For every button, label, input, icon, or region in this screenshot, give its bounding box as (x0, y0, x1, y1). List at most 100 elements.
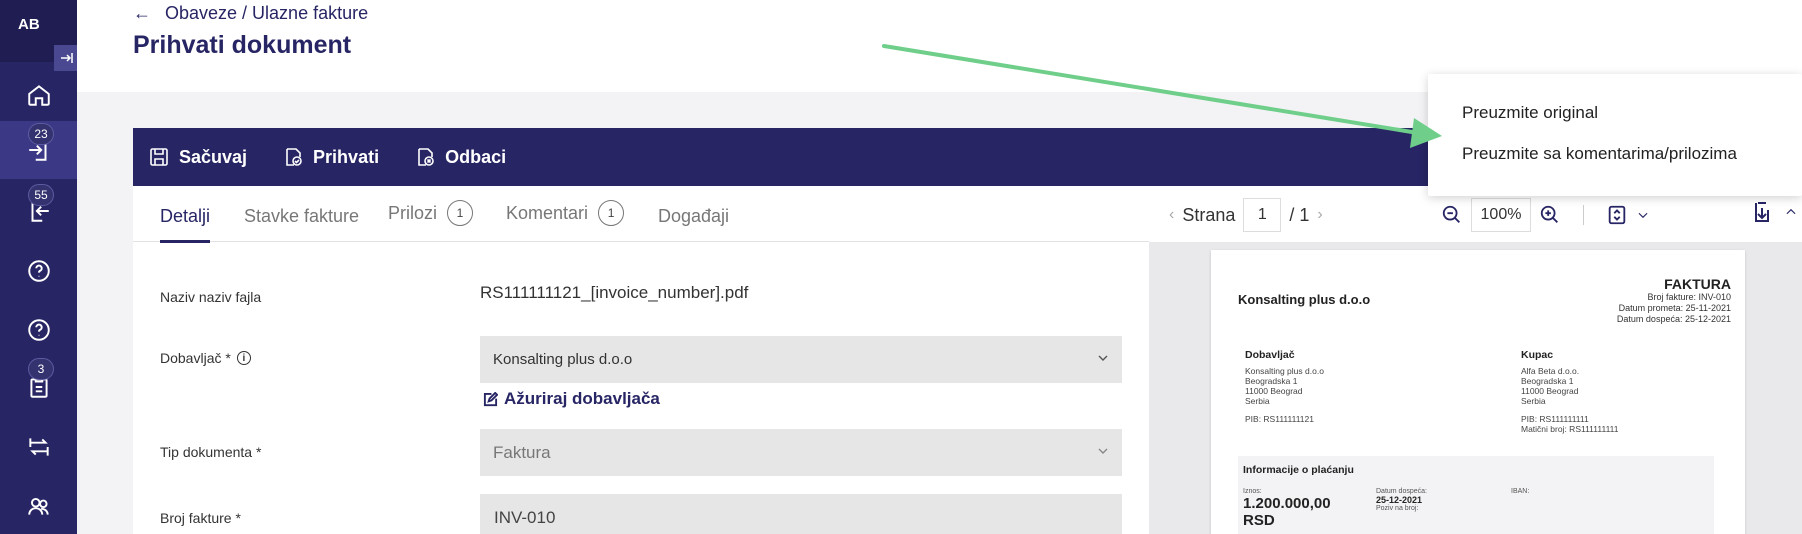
next-page-icon[interactable]: › (1317, 206, 1322, 224)
supplier-pib: PIB: RS111111121 (1245, 414, 1314, 424)
buyer-line: 11000 Beograd (1521, 386, 1579, 396)
zoom-input[interactable]: 100% (1471, 198, 1531, 232)
due-column: Datum dospeća: 25-12-2021 Poziv na broj: (1376, 488, 1427, 512)
iban-column: IBAN: (1511, 488, 1529, 495)
sidebar-item-help[interactable] (0, 242, 77, 300)
pager: ‹ Strana 1 / 1 › (1169, 198, 1323, 232)
prev-page-icon[interactable]: ‹ (1169, 206, 1174, 224)
tab-attachments-label: Prilozi (388, 202, 438, 223)
sidebar-item-users[interactable] (0, 477, 77, 534)
download-doc-icon[interactable] (1750, 200, 1774, 224)
back-arrow-icon[interactable]: ← (133, 3, 151, 24)
supplier-heading: Dobavljač (1245, 349, 1295, 361)
sidebar-item-tasks[interactable]: 3 (0, 358, 77, 416)
sidebar-item-home[interactable] (0, 66, 77, 124)
comments-count-badge: 1 (598, 200, 625, 226)
invoice-due-meta: Datum dospeća: 25-12-2021 (1616, 314, 1731, 324)
update-supplier-label: Ažuriraj dobavljača (504, 389, 660, 408)
exchange-icon (28, 438, 49, 456)
tab-details[interactable]: Detalji (160, 206, 211, 243)
update-supplier-link[interactable]: Ažuriraj dobavljača (483, 389, 660, 409)
tab-attachments[interactable]: Prilozi 1 (388, 200, 474, 226)
help-icon (27, 260, 50, 282)
reject-doc-icon (418, 148, 434, 166)
amount-currency: RSD (1243, 512, 1275, 529)
invoice-number-label: Broj fakture * (160, 510, 241, 526)
tab-bar: Detalji Stavke fakture Prilozi 1 Komenta… (133, 186, 1149, 243)
buyer-line: Serbia (1521, 396, 1546, 406)
amount-column: Iznos: 1.200.000,00 RSD (1243, 488, 1331, 529)
fit-page-icon[interactable] (1606, 204, 1628, 226)
supplier-select-value: Konsalting plus d.o.o (493, 351, 633, 368)
sidebar: AB 23 55 3 (0, 0, 80, 534)
breadcrumb[interactable]: ← Obaveze / Ulazne fakture (133, 3, 368, 24)
tab-events[interactable]: Događaji (658, 206, 729, 227)
edit-icon (483, 391, 498, 406)
invoice-preview: Konsalting plus d.o.o FAKTURA Broj faktu… (1211, 250, 1745, 534)
save-label: Sačuvaj (179, 146, 248, 167)
toolbar-divider (1583, 205, 1584, 225)
menu-item-download-original[interactable]: Preuzmite original (1462, 103, 1598, 123)
doc-type-label: Tip dokumenta * (160, 444, 262, 460)
buyer-line: Beogradska 1 (1521, 376, 1574, 386)
page-label: Strana (1182, 204, 1236, 225)
accept-label: Prihvati (313, 146, 380, 167)
reference-label: Poziv na broj: (1376, 505, 1419, 512)
reject-button[interactable]: Odbaci (415, 147, 506, 168)
due-value: 25-12-2021 (1376, 495, 1423, 505)
tab-events-label: Događaji (658, 206, 730, 226)
sidebar-item-support[interactable] (0, 301, 77, 359)
buyer-heading: Kupac (1521, 349, 1554, 361)
supplier-label: Dobavljač * (160, 350, 231, 366)
invoice-payment-block: Informacije o plaćanju Iznos: 1.200.000,… (1238, 456, 1714, 534)
amount-label: Iznos: (1243, 488, 1262, 495)
tab-comments[interactable]: Komentari 1 (506, 200, 625, 226)
supplier-line: Beogradska 1 (1245, 376, 1298, 386)
question-icon (27, 319, 50, 341)
tab-details-label: Detalji (160, 206, 211, 226)
zoom-in-icon[interactable] (1539, 204, 1561, 226)
invoice-number-input[interactable]: INV-010 (480, 494, 1122, 534)
sidebar-item-exchange[interactable] (0, 418, 77, 476)
save-button[interactable]: Sačuvaj (149, 147, 247, 168)
initials-text: AB (18, 16, 40, 33)
supplier-select[interactable]: Konsalting plus d.o.o (480, 336, 1122, 383)
menu-item-download-with-comments[interactable]: Preuzmite sa komentarima/prilozima (1462, 144, 1737, 164)
chevron-down-icon[interactable] (1636, 208, 1650, 222)
supplier-label-row: Dobavljač * i (160, 350, 251, 366)
due-label: Datum dospeća: (1376, 488, 1427, 495)
sidebar-item-outbox[interactable]: 55 (0, 182, 77, 240)
save-icon (150, 148, 168, 166)
supplier-line: 11000 Beograd (1245, 386, 1303, 396)
chevron-up-icon[interactable] (1784, 205, 1798, 219)
invoice-supplier-block: Dobavljač Konsalting plus d.o.o Beograds… (1245, 350, 1324, 424)
tab-comments-label: Komentari (506, 202, 589, 223)
breadcrumb-text[interactable]: Obaveze / Ulazne fakture (165, 3, 368, 24)
buyer-pib: PIB: RS111111111 (1521, 414, 1589, 424)
tasks-badge: 3 (28, 358, 54, 380)
download-controls (1750, 200, 1798, 224)
users-icon (27, 497, 49, 515)
download-dropdown-menu: Preuzmite original Preuzmite sa komentar… (1428, 74, 1802, 196)
info-icon[interactable]: i (236, 351, 251, 365)
reject-label: Odbaci (445, 146, 507, 167)
tab-items-label: Stavke fakture (244, 206, 360, 226)
tab-invoice-items[interactable]: Stavke fakture (244, 206, 359, 227)
home-icon (27, 85, 50, 106)
supplier-line: Serbia (1245, 396, 1270, 406)
main-panel: Detalji Stavke fakture Prilozi 1 Komenta… (133, 186, 1802, 534)
sidebar-item-inbox[interactable]: 23 (0, 121, 77, 179)
iban-label: IBAN: (1511, 488, 1530, 495)
supplier-line: Konsalting plus d.o.o (1245, 366, 1324, 376)
document-viewer: Konsalting plus d.o.o FAKTURA Broj faktu… (1149, 242, 1802, 534)
chevron-down-icon (1098, 355, 1108, 361)
zoom-out-icon[interactable] (1441, 204, 1463, 226)
doc-type-select[interactable]: Faktura (480, 429, 1122, 476)
page-title: Prihvati dokument (133, 31, 352, 59)
buyer-registration-number: Matični broj: RS111111111 (1521, 424, 1619, 434)
accept-doc-icon (286, 148, 302, 166)
doc-type-select-value: Faktura (493, 442, 551, 462)
accept-button[interactable]: Prihvati (283, 147, 379, 168)
invoice-buyer-block: Kupac Alfa Beta d.o.o. Beogradska 1 1100… (1521, 350, 1619, 434)
page-number-input[interactable]: 1 (1243, 198, 1282, 232)
